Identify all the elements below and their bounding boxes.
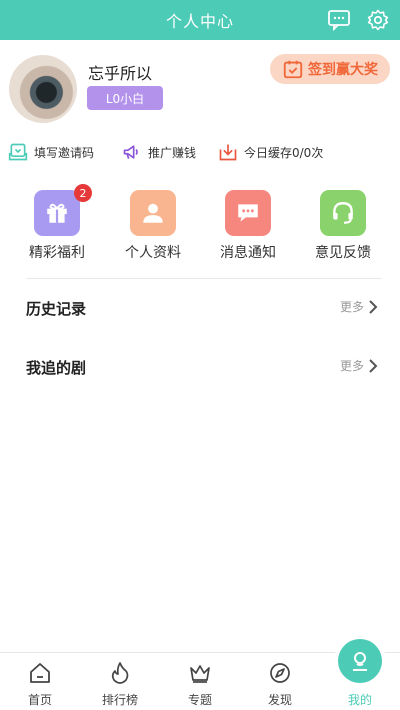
section-following: 我追的剧 更多 [0,351,400,381]
invite-code-button[interactable]: 填写邀请码 [8,140,94,164]
crown-icon [190,665,210,683]
flame-icon [111,662,129,684]
quick-action-label: 今日缓存0/0次 [244,145,324,160]
quick-actions: 填写邀请码 推广赚钱 今日缓存0/0次 [0,140,400,164]
section-title: 我追的剧 [26,359,87,377]
username: 忘乎所以 [88,64,153,83]
tab-mine[interactable]: 我的 [320,639,400,710]
tab-ranking[interactable]: 排行榜 [80,653,160,710]
feature-label: 消息通知 [220,245,276,261]
chevron-right-icon [369,358,378,373]
headset-icon [320,190,366,236]
feature-feedback[interactable]: 意见反馈 [303,190,383,270]
tab-label: 排行榜 [101,693,138,707]
home-icon [30,663,50,683]
daily-cache-button[interactable]: 今日缓存0/0次 [218,140,323,164]
gift-icon: 2 [34,184,92,236]
calendar-check-icon [283,60,303,79]
more-link[interactable]: 更多 [340,298,378,315]
page-title: 个人中心 [165,12,234,31]
more-label: 更多 [339,300,364,314]
quick-action-label: 填写邀请码 [34,145,95,160]
tab-topics[interactable]: 专题 [160,653,240,710]
message-icon [225,190,271,236]
chat-bubble-icon[interactable] [327,8,351,32]
level-badge[interactable]: L0小白 [87,86,163,110]
tab-label: 我的 [347,693,372,707]
feature-label: 意见反馈 [315,245,371,261]
promote-earn-button[interactable]: 推广赚钱 [122,140,196,164]
profile-card: 忘乎所以 L0小白 签到赢大奖 [0,40,400,130]
feature-notifications[interactable]: 消息通知 [208,190,288,270]
more-label: 更多 [339,359,364,373]
tab-label: 专题 [187,693,212,707]
tab-label: 发现 [267,693,292,707]
user-icon [130,190,176,236]
top-bar: 个人中心 [0,0,400,40]
tab-discover[interactable]: 发现 [240,653,320,710]
divider [26,278,382,279]
gear-icon[interactable] [366,8,390,32]
quick-action-label: 推广赚钱 [148,145,197,160]
signin-label: 签到赢大奖 [308,62,378,78]
section-history: 历史记录 更多 [0,292,400,322]
feature-welfare[interactable]: 2 精彩福利 [17,184,97,270]
signin-button[interactable]: 签到赢大奖 [270,54,390,84]
megaphone-icon [123,145,138,159]
chevron-right-icon [369,299,378,314]
more-link[interactable]: 更多 [340,357,378,374]
tab-label: 首页 [27,693,52,707]
notification-badge: 2 [74,184,92,202]
feature-label: 精彩福利 [29,245,85,261]
feature-grid: 2 精彩福利 个人资料 消息通知 意见反馈 [0,184,400,270]
avatar[interactable] [9,55,77,123]
download-icon [219,144,237,161]
section-title: 历史记录 [26,300,87,318]
feature-profile[interactable]: 个人资料 [113,190,193,270]
feature-label: 个人资料 [125,245,181,261]
compass-icon [270,663,290,683]
profile-icon [338,639,382,683]
bottom-tab-bar: 首页 排行榜 专题 发现 我的 [0,639,400,710]
invite-code-icon [8,143,28,161]
tab-home[interactable]: 首页 [0,653,80,710]
